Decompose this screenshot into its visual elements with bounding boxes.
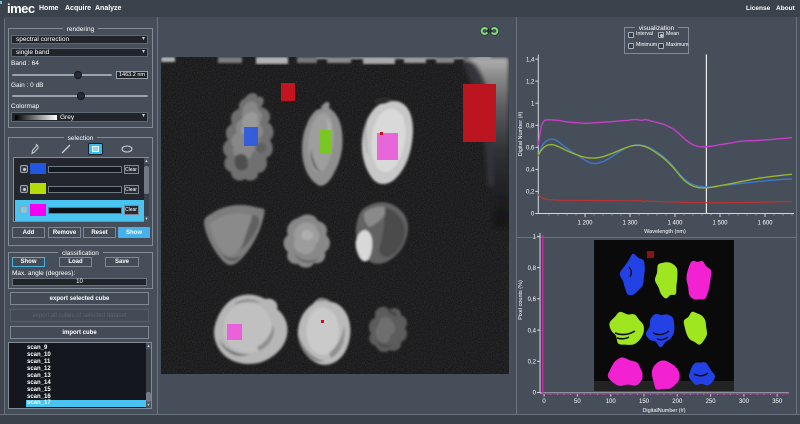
svg-text:0,6: 0,6	[526, 146, 535, 152]
svg-text:1 500: 1 500	[712, 221, 728, 227]
svg-text:0: 0	[533, 391, 537, 397]
svg-text:1 200: 1 200	[577, 221, 593, 227]
svg-text:Pixel counts (%): Pixel counts (%)	[518, 280, 524, 320]
svg-text:0,2: 0,2	[526, 190, 535, 196]
svg-text:50: 50	[574, 399, 581, 405]
svg-text:0,8: 0,8	[526, 124, 535, 130]
svg-text:1 300: 1 300	[622, 221, 638, 227]
svg-text:1,4: 1,4	[526, 57, 535, 63]
svg-text:Digital Number (#): Digital Number (#)	[518, 112, 524, 157]
svg-text:1 400: 1 400	[667, 221, 683, 227]
svg-text:150: 150	[639, 399, 650, 405]
svg-text:1 600: 1 600	[757, 221, 773, 227]
svg-text:350: 350	[772, 399, 783, 405]
svg-text:0: 0	[531, 212, 535, 218]
svg-text:Wavelength (nm): Wavelength (nm)	[644, 229, 686, 235]
svg-text:250: 250	[706, 399, 717, 405]
svg-text:0,6: 0,6	[528, 297, 537, 303]
svg-text:300: 300	[739, 399, 750, 405]
svg-text:1: 1	[531, 101, 535, 107]
svg-text:0,4: 0,4	[528, 328, 537, 334]
svg-text:100: 100	[606, 399, 617, 405]
svg-text:200: 200	[672, 399, 683, 405]
svg-text:DigitalNumber (#): DigitalNumber (#)	[642, 408, 685, 414]
svg-text:0,8: 0,8	[528, 266, 537, 272]
svg-text:0,2: 0,2	[528, 360, 537, 366]
svg-text:1,2: 1,2	[526, 79, 535, 85]
svg-text:0,4: 0,4	[526, 168, 535, 174]
svg-text:0: 0	[542, 399, 546, 405]
